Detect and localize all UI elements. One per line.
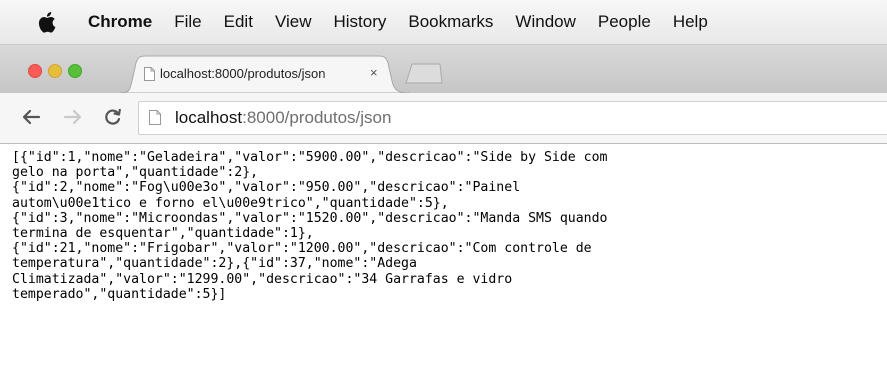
arrow-left-icon xyxy=(22,109,41,125)
new-tab-button[interactable] xyxy=(404,62,444,84)
menu-history[interactable]: History xyxy=(333,12,386,32)
json-line: temperado","quantidade":5}] xyxy=(12,286,227,302)
json-line: termina de esquentar","quantidade":1}, xyxy=(12,226,314,242)
browser-toolbar: localhost:8000/produtos/json xyxy=(0,93,887,144)
menu-help[interactable]: Help xyxy=(673,12,708,32)
reload-icon xyxy=(105,108,121,125)
menu-people[interactable]: People xyxy=(598,12,651,32)
json-line: autom\u00e1tico e forno el\u00e9trico","… xyxy=(12,195,449,211)
address-bar[interactable]: localhost:8000/produtos/json xyxy=(138,101,887,135)
tab-title: localhost:8000/produtos/json xyxy=(160,66,326,81)
browser-tab[interactable]: localhost:8000/produtos/json × xyxy=(120,55,410,93)
forward-button[interactable] xyxy=(60,104,86,130)
json-line: temperatura","quantidade":2},{"id":37,"n… xyxy=(12,256,417,272)
url-path: :8000/produtos/json xyxy=(242,108,392,127)
json-line: {"id":2,"nome":"Fog\u00e3o","valor":"950… xyxy=(12,180,521,196)
menu-window[interactable]: Window xyxy=(515,12,575,32)
page-icon xyxy=(144,67,155,81)
window-maximize-button[interactable] xyxy=(68,64,82,78)
back-button[interactable] xyxy=(18,104,44,130)
json-line: Climatizada","valor":"1299.00","descrica… xyxy=(12,271,513,287)
menu-edit[interactable]: Edit xyxy=(224,12,253,32)
tab-close-icon[interactable]: × xyxy=(370,65,378,80)
json-line: gelo na porta","quantidade":2}, xyxy=(12,165,259,181)
json-line: [{"id":1,"nome":"Geladeira","valor":"590… xyxy=(12,150,608,165)
menu-view[interactable]: View xyxy=(275,12,312,32)
page-content: [{"id":1,"nome":"Geladeira","valor":"590… xyxy=(0,144,887,374)
json-response: [{"id":1,"nome":"Geladeira","valor":"590… xyxy=(12,150,607,302)
url-host: localhost xyxy=(175,108,243,127)
menu-bar: Chrome File Edit View History Bookmarks … xyxy=(0,0,887,45)
apple-icon[interactable] xyxy=(36,9,58,35)
tab-strip: localhost:8000/produtos/json × xyxy=(0,45,887,93)
window-close-button[interactable] xyxy=(28,64,42,78)
menu-chrome[interactable]: Chrome xyxy=(88,12,152,32)
url-text: localhost:8000/produtos/json xyxy=(175,108,391,128)
json-line: {"id":21,"nome":"Frigobar","valor":"1200… xyxy=(12,241,592,257)
menu-bookmarks[interactable]: Bookmarks xyxy=(408,12,493,32)
window-minimize-button[interactable] xyxy=(48,64,62,78)
menu-file[interactable]: File xyxy=(174,12,201,32)
json-line: {"id":3,"nome":"Microondas","valor":"152… xyxy=(12,210,608,226)
page-icon xyxy=(149,110,161,125)
arrow-right-icon xyxy=(63,109,82,125)
reload-button[interactable] xyxy=(100,104,126,130)
